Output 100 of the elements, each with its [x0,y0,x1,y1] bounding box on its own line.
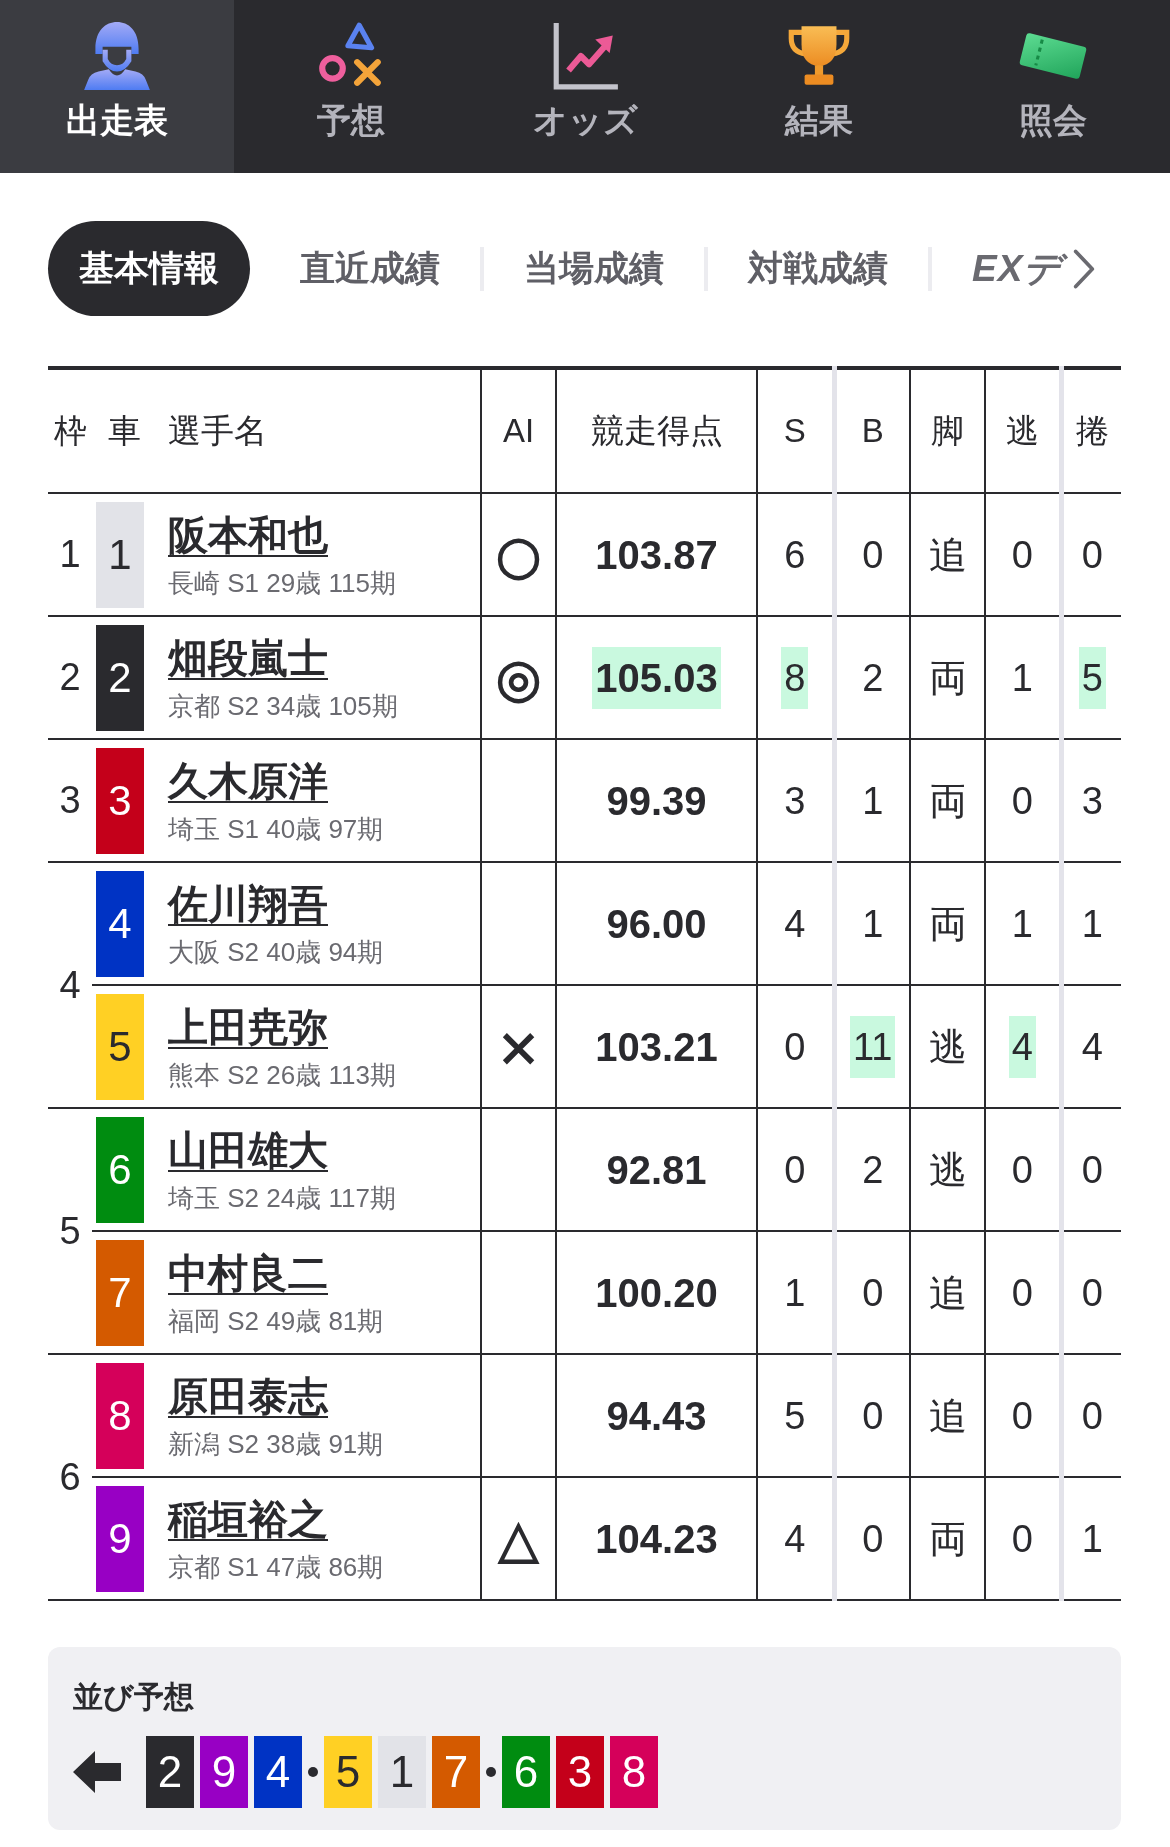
score-value: 94.43 [605,1392,708,1440]
nav-tab[interactable]: 照会 [936,0,1170,173]
car-number: 3 [556,1736,604,1808]
ai-mark: ○ [495,524,542,585]
stat-value: 3 [1080,778,1104,824]
car-number: 2 [96,624,144,731]
car-number: 9 [200,1736,248,1808]
stat-value: 6 [783,532,807,578]
stat-value: 8 [781,646,809,709]
car-number: 1 [378,1736,426,1808]
stat-value: 11 [850,1015,896,1078]
car-number: 7 [432,1736,480,1808]
panel-title: 並び予想 [73,1679,195,1715]
racer-name-link[interactable]: 阪本和也 [168,510,328,559]
car-number: 2 [146,1736,194,1808]
stat-value: 3 [783,778,807,824]
racer-info: 長崎 S1 29歳 115期 [168,566,396,599]
car-number: 4 [96,870,144,977]
nav-tab[interactable]: 予想 [234,0,468,173]
stat-value: 0 [1010,1147,1034,1193]
ai-mark: △ [498,1508,539,1569]
score-value: 96.00 [605,900,708,948]
racer-name-link[interactable]: 山田雄大 [168,1125,328,1174]
car-number: 6 [96,1116,144,1223]
ai-mark: × [496,1016,541,1077]
stat-value: 5 [1078,646,1106,709]
car-number: 5 [96,993,144,1100]
frame-number: 6 [59,1455,81,1498]
stat-value: 4 [1008,1015,1036,1078]
score-value: 105.03 [592,646,721,709]
stat-value: 1 [783,1270,807,1316]
nav-tab[interactable]: オッズ [468,0,702,173]
racer-info: 福岡 S2 49歳 81期 [168,1304,384,1337]
stat-value: 0 [783,1147,807,1193]
racer-info: 埼玉 S1 40歳 97期 [168,812,384,845]
stat-value: 0 [861,1270,885,1316]
column-header: B [861,412,884,449]
tab[interactable]: 直近成績 [260,221,480,316]
tab[interactable]: 当場成績 [484,221,704,316]
racer-name-link[interactable]: 佐川翔吾 [168,879,328,928]
car-number: 8 [96,1362,144,1469]
stat-value: 0 [861,1393,885,1439]
racer-name-link[interactable]: 中村良二 [168,1248,328,1297]
stat-value: 0 [861,532,885,578]
racer-info: 埼玉 S2 24歳 117期 [168,1181,396,1214]
stat-value: 0 [1080,1393,1104,1439]
frame-number: 2 [59,656,81,698]
stat-value: 追 [927,1270,968,1316]
score-value: 103.21 [594,1023,719,1071]
ai-mark: ◎ [495,647,542,708]
column-header: AI [502,412,535,449]
stat-value: 1 [1080,1516,1104,1562]
score-value: 103.87 [594,531,719,579]
racer-name-link[interactable]: 畑段嵐士 [168,633,328,682]
stat-value: 逃 [927,1024,968,1070]
arrow-left-icon [73,1748,121,1796]
stat-value: 0 [783,1024,807,1070]
car-number: 7 [96,1239,144,1346]
column-header: 競走得点 [590,411,723,449]
tab[interactable]: EXデ [932,221,1073,316]
racer-name-link[interactable]: 上田尭弥 [168,1002,328,1051]
stat-value: 4 [783,1516,807,1562]
separator-dot-icon [486,1767,496,1777]
car-number: 5 [324,1736,372,1808]
stat-value: 4 [783,901,807,947]
stat-value: 0 [1010,1516,1034,1562]
stat-value: 1 [861,778,885,824]
racer-info: 新潟 S2 38歳 91期 [168,1427,384,1460]
nav-tab[interactable]: 出走表 [0,0,234,173]
nav-tab[interactable]: 結果 [702,0,936,173]
tab[interactable]: 対戦成績 [708,221,928,316]
car-number: 8 [610,1736,658,1808]
racer-name-link[interactable]: 稲垣裕之 [168,1494,328,1543]
racer-info: 京都 S1 47歳 86期 [168,1550,384,1583]
stat-value: 4 [1080,1024,1104,1070]
separator-dot-icon [308,1767,318,1777]
racer-info: 京都 S2 34歳 105期 [168,689,398,722]
stat-value: 1 [1010,655,1034,701]
car-number: 6 [502,1736,550,1808]
frame-number: 5 [59,1209,81,1252]
score-value: 104.23 [594,1515,719,1563]
stat-value: 両 [927,901,968,947]
stat-value: 0 [1010,1393,1034,1439]
car-number: 9 [96,1485,144,1592]
frame-number: 4 [59,963,81,1006]
stat-value: 2 [861,655,885,701]
frame-number: 3 [59,779,81,821]
racer-name-link[interactable]: 原田泰志 [168,1371,328,1420]
stat-value: 0 [1010,778,1034,824]
racer-info: 大阪 S2 40歳 94期 [168,935,384,968]
column-header: 脚 [931,411,964,449]
racer-name-link[interactable]: 久木原洋 [168,756,328,805]
stat-value: 1 [1080,901,1104,947]
stat-value: 1 [861,901,885,947]
tab[interactable]: 基本情報 [48,221,250,316]
stat-value: 0 [1080,1147,1104,1193]
stat-value: 両 [927,1516,968,1562]
car-number: 3 [96,747,144,854]
column-header: 逃 [1005,411,1039,449]
stat-value: 0 [1080,532,1104,578]
